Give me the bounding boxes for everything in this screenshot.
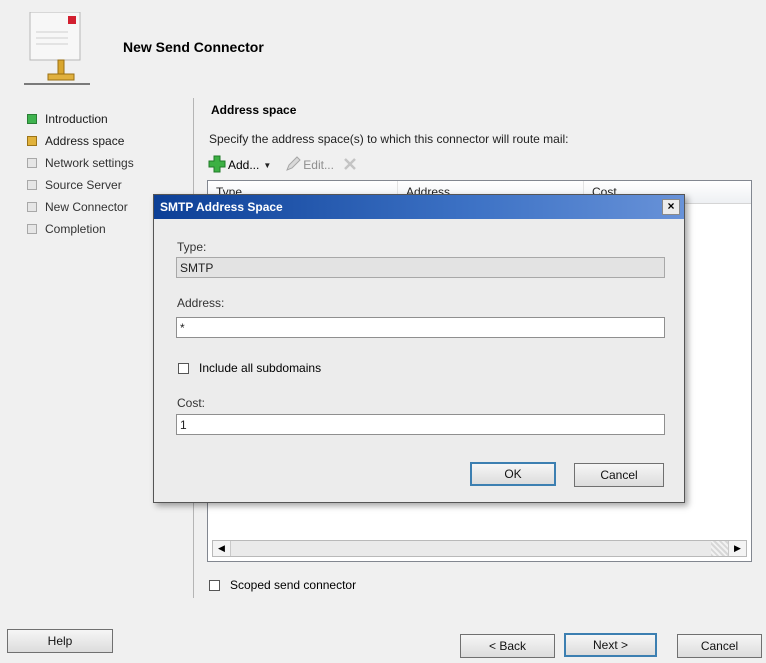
green-plus-icon [208,155,226,176]
scoped-label: Scoped send connector [230,578,357,592]
scoped-checkbox[interactable] [209,579,220,591]
next-button[interactable]: Next > [564,633,657,657]
cost-label: Cost: [177,396,206,410]
include-subdomains-label: Include all subdomains [199,361,322,375]
cancel-button[interactable]: Cancel [677,634,762,658]
scroll-thumb[interactable] [711,541,729,556]
step-label: Completion [45,222,106,236]
pencil-icon [285,155,301,175]
step-new-connector: New Connector [27,196,134,218]
section-title: Address space [211,103,297,117]
step-label: Source Server [45,178,122,192]
type-field [176,257,665,278]
ok-button[interactable]: OK [470,462,556,486]
step-current-icon [27,136,37,146]
step-network-settings: Network settings [27,152,134,174]
add-label: Add... [228,158,260,172]
step-source-server: Source Server [27,174,134,196]
new-send-connector-wizard: New Send Connector Introduction Address … [0,0,766,663]
scroll-right-icon[interactable]: ▶ [728,541,746,556]
step-introduction: Introduction [27,108,134,130]
step-label: Address space [45,134,125,148]
back-button[interactable]: < Back [460,634,555,658]
step-done-icon [27,114,37,124]
address-label: Address: [177,296,225,310]
scroll-left-icon[interactable]: ◀ [213,541,231,556]
send-connector-icon [24,11,94,92]
edit-label: Edit... [303,158,334,172]
type-label: Type: [177,240,207,254]
step-pending-icon [27,180,37,190]
scoped-send-connector[interactable]: Scoped send connector [209,578,356,592]
step-label: Network settings [45,156,134,170]
red-x-icon [342,156,358,175]
address-space-toolbar: Add... ▼ Edit... [208,155,366,175]
close-icon[interactable]: × [662,199,680,215]
section-description: Specify the address space(s) to which th… [209,132,569,146]
dialog-title: SMTP Address Space [160,200,283,214]
wizard-title: New Send Connector [123,39,264,55]
horizontal-scrollbar[interactable]: ◀ ▶ [212,540,747,557]
include-subdomains[interactable]: Include all subdomains [178,361,321,375]
dialog-title-bar: SMTP Address Space × [154,195,684,219]
smtp-address-space-dialog: SMTP Address Space × Type: Address: Incl… [153,194,685,503]
step-address-space: Address space [27,130,134,152]
step-pending-icon [27,224,37,234]
cost-field[interactable] [176,414,665,435]
include-subdomains-checkbox[interactable] [178,362,189,374]
address-field[interactable] [176,317,665,338]
step-completion: Completion [27,218,134,240]
step-pending-icon [27,158,37,168]
step-label: New Connector [45,200,128,214]
step-pending-icon [27,202,37,212]
help-button[interactable]: Help [7,629,113,653]
dialog-cancel-button[interactable]: Cancel [574,463,664,487]
remove-button[interactable] [342,156,358,175]
step-label: Introduction [45,112,108,126]
add-button[interactable]: Add... ▼ [208,155,277,176]
dropdown-arrow-icon[interactable]: ▼ [263,161,271,170]
edit-button[interactable]: Edit... [285,155,334,175]
wizard-steps: Introduction Address space Network setti… [27,108,134,240]
